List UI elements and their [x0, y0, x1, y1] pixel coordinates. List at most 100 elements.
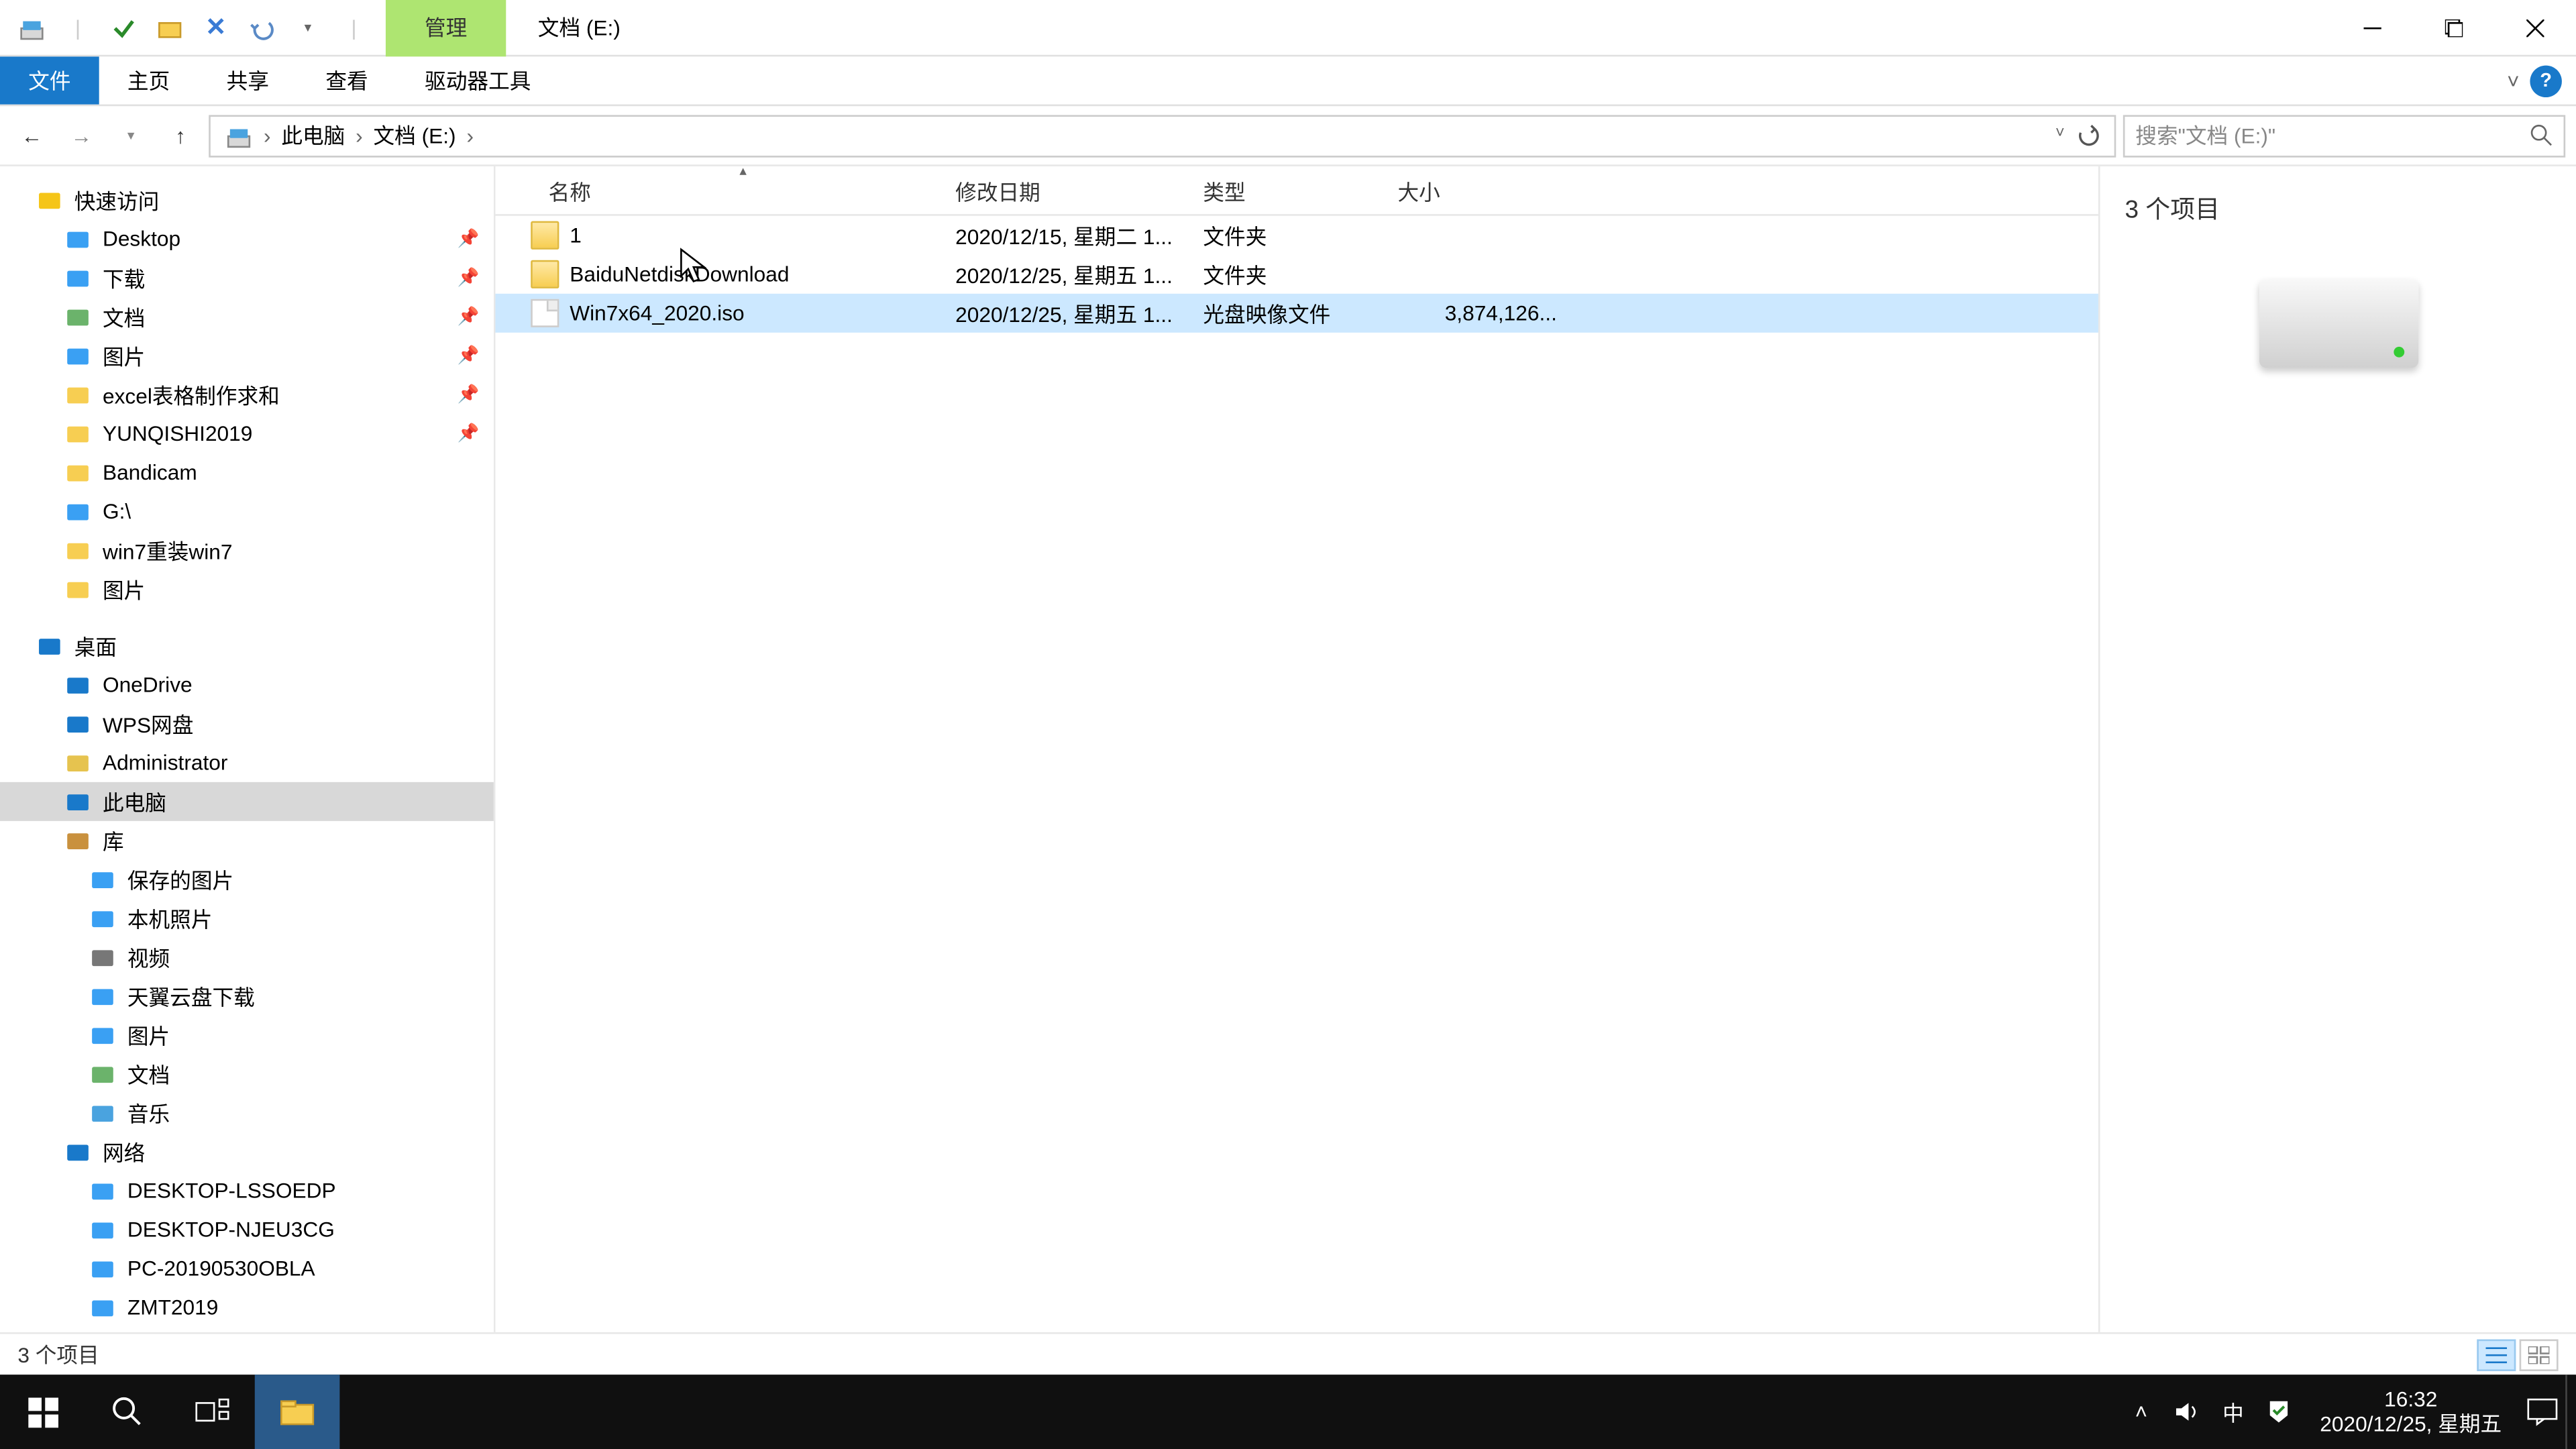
refresh-icon[interactable] — [2076, 123, 2100, 148]
tree-item[interactable]: 库 — [0, 821, 494, 860]
tree-item[interactable]: 本机照片 — [0, 899, 494, 938]
tree-item[interactable]: 图片 — [0, 570, 494, 608]
start-button[interactable] — [0, 1375, 85, 1449]
doc-icon — [64, 303, 92, 331]
tab-file[interactable]: 文件 — [0, 56, 99, 104]
breadcrumb-pc-icon[interactable] — [217, 121, 260, 150]
tree-item[interactable]: 文档 — [0, 1055, 494, 1093]
pin-icon: 📌 — [458, 229, 480, 249]
app-icon — [14, 10, 50, 46]
tree-item[interactable]: Desktop📌 — [0, 219, 494, 258]
tree-item[interactable]: YUNQISHI2019📌 — [0, 414, 494, 453]
tree-item[interactable]: 图片📌 — [0, 336, 494, 375]
taskbar-explorer-button[interactable] — [255, 1375, 340, 1449]
search-icon[interactable] — [2530, 124, 2553, 147]
properties-icon[interactable] — [106, 10, 142, 46]
up-button[interactable]: ↑ — [159, 114, 201, 156]
tree-item[interactable]: 下载📌 — [0, 258, 494, 297]
breadcrumb-chevron-icon[interactable]: › — [466, 123, 474, 148]
context-tab-manage[interactable]: 管理 — [386, 0, 506, 56]
tray-chevron-icon[interactable]: ˄ — [2118, 1375, 2165, 1449]
col-size[interactable]: 大小 — [1398, 166, 1557, 216]
tree-item-label: YUNQISHI2019 — [103, 421, 252, 446]
recent-dropdown-icon[interactable]: ▾ — [110, 114, 152, 156]
tree-item[interactable]: 音乐 — [0, 1093, 494, 1132]
task-view-button[interactable] — [170, 1375, 255, 1449]
tree-item-label: 音乐 — [127, 1097, 170, 1128]
ribbon-expand-icon[interactable]: ˅ — [2507, 68, 2520, 93]
ime-indicator[interactable]: 中 — [2210, 1375, 2257, 1449]
folder-icon — [64, 419, 92, 447]
tab-drive-tools[interactable]: 驱动器工具 — [396, 56, 559, 104]
navigation-pane[interactable]: 快速访问Desktop📌下载📌文档📌图片📌excel表格制作求和📌YUNQISH… — [0, 166, 495, 1332]
maximize-button[interactable] — [2413, 0, 2494, 56]
view-details-button[interactable] — [2477, 1338, 2516, 1370]
search-input[interactable]: 搜索"文档 (E:)" — [2123, 114, 2565, 156]
tree-item[interactable]: DESKTOP-LSSOEDP — [0, 1171, 494, 1210]
tree-item[interactable]: 控制面板 — [0, 1327, 494, 1332]
tree-item[interactable]: G:\ — [0, 492, 494, 531]
col-name[interactable]: 名称 — [549, 166, 938, 216]
tree-item[interactable]: PC-20190530OBLA — [0, 1249, 494, 1288]
search-button[interactable] — [85, 1375, 170, 1449]
qat-dropdown-icon[interactable]: ▾ — [290, 10, 326, 46]
tab-share[interactable]: 共享 — [198, 56, 297, 104]
security-icon[interactable] — [2256, 1375, 2302, 1449]
tree-item[interactable]: excel表格制作求和📌 — [0, 375, 494, 414]
address-dropdown-icon[interactable]: ˅ — [2055, 123, 2065, 148]
ribbon-tabs: 文件 主页 共享 查看 驱动器工具 ˅ ? — [0, 56, 2576, 106]
tree-item[interactable]: 网络 — [0, 1132, 494, 1171]
tree-item[interactable]: 桌面 — [0, 627, 494, 665]
close-button[interactable] — [2495, 0, 2576, 56]
back-button[interactable]: ← — [11, 114, 53, 156]
tree-item[interactable]: 此电脑 — [0, 782, 494, 821]
forward-button[interactable]: → — [60, 114, 103, 156]
col-name-label: 名称 — [549, 176, 591, 206]
pin-icon: 📌 — [458, 346, 480, 366]
show-desktop-button[interactable] — [2565, 1375, 2576, 1449]
address-bar[interactable]: › 此电脑 › 文档 (E:) › ˅ — [209, 114, 2116, 156]
tree-item[interactable]: DESKTOP-NJEU3CG — [0, 1210, 494, 1249]
col-date-label: 修改日期 — [955, 176, 1040, 206]
tree-item[interactable]: 文档📌 — [0, 297, 494, 336]
delete-icon[interactable]: ✕ — [198, 10, 233, 46]
tree-item-label: WPS网盘 — [103, 708, 193, 739]
tree-item[interactable]: 视频 — [0, 938, 494, 977]
col-date[interactable]: 修改日期 — [955, 166, 1203, 216]
tree-item[interactable]: 保存的图片 — [0, 860, 494, 899]
tree-item[interactable]: WPS网盘 — [0, 704, 494, 743]
tree-item[interactable]: 快速访问 — [0, 180, 494, 219]
breadcrumb-seg-pc[interactable]: 此电脑 — [274, 120, 352, 150]
lib-icon — [64, 826, 92, 855]
breadcrumb-chevron-icon[interactable]: › — [264, 123, 271, 148]
volume-icon[interactable] — [2164, 1375, 2210, 1449]
cloud-icon — [64, 671, 92, 699]
undo-icon[interactable] — [244, 10, 280, 46]
tree-item[interactable]: 图片 — [0, 1016, 494, 1055]
pic-icon — [89, 904, 117, 932]
tree-item-label: 下载 — [103, 263, 145, 293]
tree-item[interactable]: Administrator — [0, 743, 494, 782]
new-folder-icon[interactable] — [152, 10, 188, 46]
title-bar: | ✕ ▾ | 管理 文档 (E:) — [0, 0, 2576, 56]
col-type[interactable]: 类型 — [1203, 166, 1397, 216]
minimize-button[interactable] — [2332, 0, 2413, 56]
file-row[interactable]: BaiduNetdiskDownload2020/12/25, 星期五 1...… — [495, 255, 2098, 294]
tree-item[interactable]: Bandicam — [0, 453, 494, 492]
drive-icon — [2259, 280, 2418, 368]
breadcrumb-chevron-icon[interactable]: › — [356, 123, 363, 148]
tab-home[interactable]: 主页 — [99, 56, 199, 104]
tree-item[interactable]: 天翼云盘下载 — [0, 977, 494, 1016]
file-rows[interactable]: 12020/12/15, 星期二 1...文件夹BaiduNetdiskDown… — [495, 216, 2098, 1332]
tab-view[interactable]: 查看 — [297, 56, 396, 104]
tree-item[interactable]: win7重装win7 — [0, 531, 494, 570]
breadcrumb-seg-drive[interactable]: 文档 (E:) — [366, 120, 463, 150]
view-icons-button[interactable] — [2520, 1338, 2559, 1370]
taskbar-clock[interactable]: 16:32 2020/12/25, 星期五 — [2302, 1387, 2520, 1437]
file-row[interactable]: 12020/12/15, 星期二 1...文件夹 — [495, 216, 2098, 255]
help-icon[interactable]: ? — [2530, 64, 2561, 96]
tree-item[interactable]: ZMT2019 — [0, 1288, 494, 1327]
tree-item[interactable]: OneDrive — [0, 665, 494, 704]
file-row[interactable]: Win7x64_2020.iso2020/12/25, 星期五 1...光盘映像… — [495, 294, 2098, 333]
action-center-icon[interactable] — [2520, 1375, 2566, 1449]
